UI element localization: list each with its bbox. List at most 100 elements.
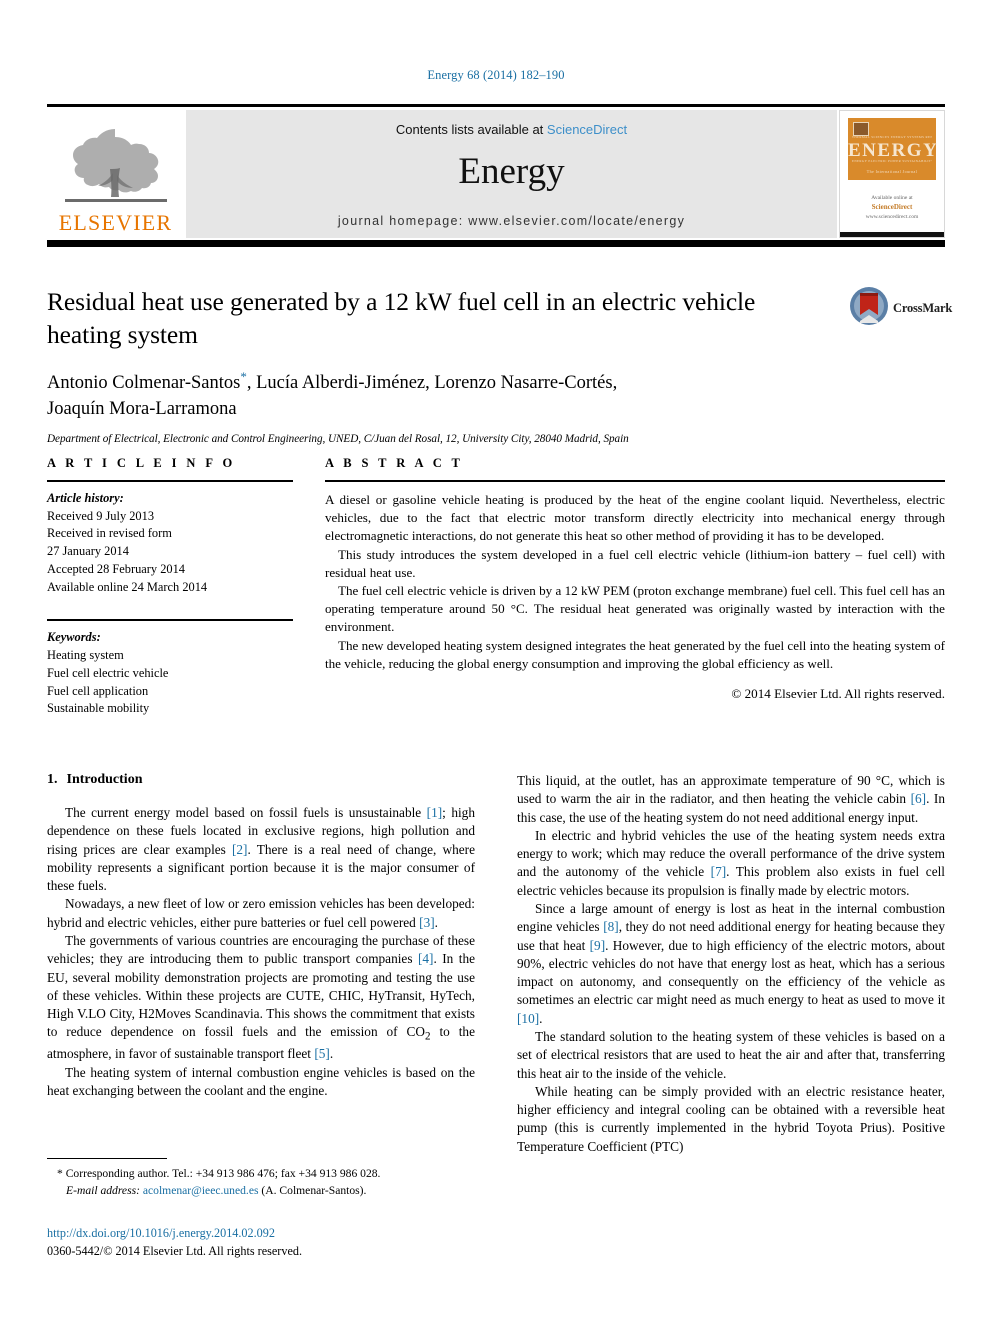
abstract-column: A B S T R A C T A diesel or gasoline veh…	[325, 456, 945, 718]
body-paragraph: The governments of various countries are…	[47, 932, 475, 1064]
abstract-paragraph: A diesel or gasoline vehicle heating is …	[325, 492, 945, 544]
cover-orange-panel: THERMAL SCIENCES ENERGY SYSTEMS RENEWABL…	[848, 118, 937, 180]
cover-microtext-row1: THERMAL SCIENCES ENERGY SYSTEMS RENEWABL…	[852, 135, 932, 139]
keywords-label: Keywords:	[47, 630, 101, 645]
abstract-body: A diesel or gasoline vehicle heating is …	[325, 491, 945, 703]
body-column-left: 1. Introduction The current energy model …	[47, 772, 475, 1156]
elsevier-wordmark: ELSEVIER	[58, 210, 173, 235]
cover-sciencedirect-mark: Available online at ScienceDirect www.sc…	[840, 194, 944, 221]
title-block: Residual heat use generated by a 12 kW f…	[47, 286, 952, 446]
history-item: Accepted 28 February 2014	[47, 561, 185, 576]
footnote-corresponding-text: Corresponding author. Tel.: +34 913 986 …	[62, 1167, 381, 1180]
body-column-right: This liquid, at the outlet, has an appro…	[517, 772, 945, 1156]
footnote-block: * Corresponding author. Tel.: +34 913 98…	[47, 1158, 475, 1200]
text-run: The standard solution to the heating sys…	[517, 1028, 945, 1081]
article-info-column: A R T I C L E I N F O Article history: R…	[47, 456, 293, 718]
cover-emblem-icon	[853, 122, 869, 136]
article-history: Article history: Received 9 July 2013 Re…	[47, 490, 293, 596]
masthead-bottom-rule	[47, 240, 945, 247]
author-line2: Joaquín Mora-Larramona	[47, 399, 237, 420]
crossmark-label: CrossMark	[893, 300, 953, 315]
body-paragraph: While heating can be simply provided wit…	[517, 1083, 945, 1156]
issn-copyright-line: 0360-5442/© 2014 Elsevier Ltd. All right…	[47, 1243, 302, 1258]
body-paragraph: The standard solution to the heating sys…	[517, 1028, 945, 1083]
keyword-item: Heating system	[47, 648, 124, 663]
sciencedirect-link[interactable]: ScienceDirect	[547, 122, 627, 137]
text-run: The current energy model based on fossil…	[65, 805, 427, 820]
citation-link[interactable]: [2]	[232, 842, 248, 857]
section-title: Introduction	[66, 772, 143, 787]
history-item: 27 January 2014	[47, 544, 129, 559]
keyword-item: Sustainable mobility	[47, 701, 150, 716]
citation-link[interactable]: [7]	[711, 864, 727, 879]
crossmark-badge[interactable]: CrossMark	[849, 286, 952, 331]
text-run: This liquid, at the outlet, has an appro…	[517, 773, 945, 807]
contents-available-line: Contents lists available at ScienceDirec…	[396, 122, 627, 137]
left-column-paragraphs: The current energy model based on fossil…	[47, 804, 475, 1100]
text-run: The governments of various countries are…	[47, 932, 475, 967]
masthead-top-rule	[47, 104, 945, 107]
article-info-rule	[47, 480, 293, 482]
journal-homepage-link[interactable]: journal homepage: www.elsevier.com/locat…	[186, 214, 837, 228]
citation-link[interactable]: [6]	[911, 791, 927, 806]
abstract-rule	[325, 480, 945, 482]
abstract-copyright: © 2014 Elsevier Ltd. All rights reserved…	[731, 685, 945, 701]
cover-available-line: Available online at	[871, 195, 913, 201]
keyword-item: Fuel cell application	[47, 683, 149, 698]
author-list: Antonio Colmenar-Santos*, Lucía Alberdi-…	[47, 368, 807, 423]
publication-footer: http://dx.doi.org/10.1016/j.energy.2014.…	[47, 1225, 547, 1260]
body-columns: 1. Introduction The current energy model …	[47, 772, 945, 1156]
text-run: Nowadays, a new fleet of low or zero emi…	[47, 896, 475, 930]
body-paragraph: In electric and hybrid vehicles the use …	[517, 827, 945, 900]
email-suffix: (A. Colmenar-Santos).	[258, 1184, 367, 1198]
citation-link[interactable]: [1]	[427, 805, 443, 820]
citation-link[interactable]: [8]	[603, 919, 619, 934]
keywords-block: Keywords: Heating system Fuel cell elect…	[47, 629, 293, 718]
email-label: E-mail address:	[66, 1184, 140, 1198]
abstract-paragraph: The new developed heating system designe…	[325, 637, 945, 671]
text-run: While heating can be simply provided wit…	[517, 1083, 945, 1154]
cover-bottom-bar	[840, 232, 944, 237]
citation-link[interactable]: [4]	[418, 951, 434, 966]
keywords-rule	[47, 619, 293, 622]
citation-link[interactable]: [5]	[314, 1046, 330, 1061]
journal-title: Energy	[458, 151, 565, 192]
crossmark-icon	[849, 286, 889, 331]
doi-link[interactable]: http://dx.doi.org/10.1016/j.energy.2014.…	[47, 1225, 547, 1243]
text-run: .	[329, 1046, 334, 1062]
abstract-heading: A B S T R A C T	[325, 456, 464, 470]
cover-sd-url: www.sciencedirect.com	[865, 213, 919, 220]
citation-link[interactable]: [9]	[590, 938, 606, 953]
text-run: .	[539, 1010, 543, 1026]
running-head: Energy 68 (2014) 182–190	[427, 68, 565, 82]
citation-link[interactable]: [10]	[517, 1011, 539, 1026]
body-paragraph: The current energy model based on fossil…	[47, 804, 475, 895]
footnote-rule	[47, 1158, 167, 1159]
cover-subtitle: The International Journal	[866, 169, 918, 174]
citation-link[interactable]: [3]	[419, 915, 435, 930]
keyword-item: Fuel cell electric vehicle	[47, 665, 169, 680]
section-number: 1.	[47, 772, 58, 787]
article-info-heading: A R T I C L E I N F O	[47, 456, 236, 470]
affiliation: Department of Electrical, Electronic and…	[47, 433, 629, 446]
history-item: Available online 24 March 2014	[47, 579, 208, 594]
author-primary: Antonio Colmenar-Santos	[47, 372, 241, 393]
email-link[interactable]: acolmenar@ieec.uned.es	[143, 1184, 259, 1197]
cover-microtext-row2: ENERGY ELECTRIC POWER SUSTAINABILITY FUE…	[852, 159, 932, 163]
author-rest-line1: , Lucía Alberdi-Jiménez, Lorenzo Nasarre…	[246, 372, 618, 393]
body-paragraph: Since a large amount of energy is lost a…	[517, 900, 945, 1028]
body-paragraph: Nowadays, a new fleet of low or zero emi…	[47, 895, 475, 932]
right-column-paragraphs: This liquid, at the outlet, has an appro…	[517, 772, 945, 1156]
journal-cover-thumbnail: THERMAL SCIENCES ENERGY SYSTEMS RENEWABL…	[839, 110, 945, 238]
info-abstract-row: A R T I C L E I N F O Article history: R…	[47, 456, 945, 718]
body-paragraph: The heating system of internal combustio…	[47, 1064, 475, 1101]
article-page: Energy 68 (2014) 182–190 ELSEVIER Conten…	[0, 0, 992, 1323]
text-run: .	[434, 914, 438, 930]
abstract-paragraph: The fuel cell electric vehicle is driven…	[325, 582, 945, 635]
cover-sd-name: ScienceDirect	[871, 203, 913, 212]
journal-masthead: ELSEVIER Contents lists available at Sci…	[47, 104, 945, 247]
elsevier-tree-icon	[57, 125, 175, 211]
article-history-label: Article history:	[47, 491, 124, 505]
contents-prefix: Contents lists available at	[395, 122, 547, 137]
page-title: Residual heat use generated by a 12 kW f…	[47, 287, 756, 349]
